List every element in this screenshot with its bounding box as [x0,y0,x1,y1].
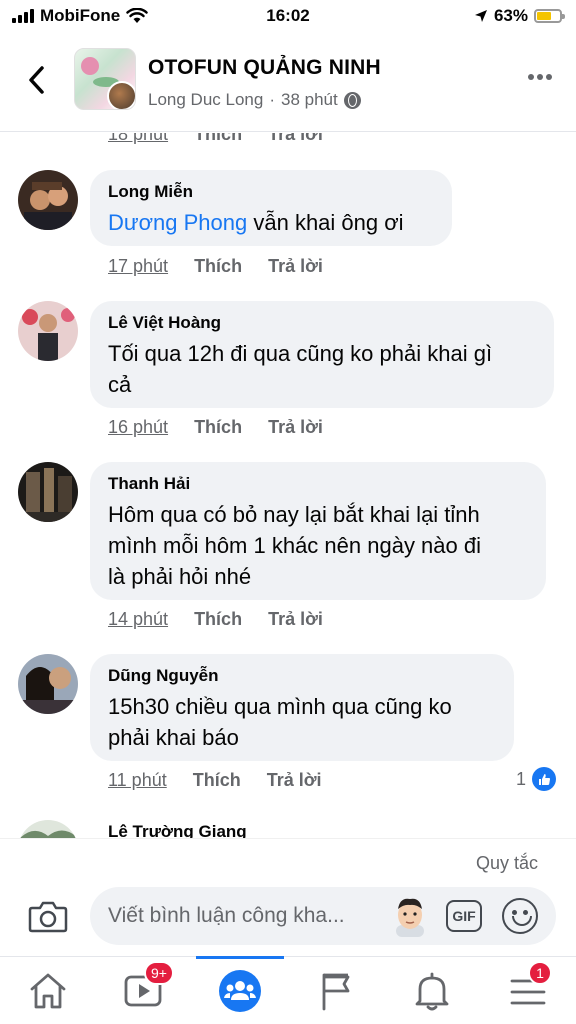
comment-text-line: phải khai báo [108,725,239,750]
comment-bubble[interactable]: Thanh Hải Hôm qua có bỏ nay lại bắt khai… [90,462,546,600]
back-arrow-icon[interactable] [22,62,52,98]
avatar-photo [18,301,78,361]
comment-time[interactable]: 18 phút [108,133,168,145]
home-icon [30,973,66,1009]
comment-placeholder: Viết bình luận công kha... [108,904,345,927]
meta-separator: · [269,90,275,109]
rules-link[interactable]: Quy tắc [476,853,538,874]
reply-button[interactable]: Trả lời [268,256,323,277]
post-author[interactable]: Long Duc Long [148,90,263,110]
reply-button[interactable]: Trả lời [268,133,323,145]
post-header: OTOFUN QUẢNG NINH Long Duc Long · 38 phú… [0,34,576,132]
tab-pages[interactable] [312,967,360,1015]
tab-groups[interactable] [196,956,284,1015]
comment-time[interactable]: 14 phút [108,609,168,630]
thumbs-up-icon [532,767,556,791]
bell-icon [415,972,449,1011]
avatar-photo [18,462,78,522]
comment-actions: 11 phút Thích Trả lời [108,770,322,791]
more-options-icon[interactable] [528,74,552,80]
comment-time[interactable]: 16 phút [108,417,168,438]
emoji-icon[interactable] [502,898,538,934]
tab-menu[interactable]: 1 [504,961,552,1015]
notification-badge: 1 [528,961,552,985]
tab-home[interactable] [24,967,72,1015]
like-button[interactable]: Thích [194,133,242,145]
commenter-avatar[interactable] [18,654,78,714]
author-avatar [107,81,135,109]
notification-badge: 9+ [144,961,174,985]
battery-icon [534,9,565,23]
comment-time[interactable]: 11 phút [108,770,167,791]
comment-bubble[interactable]: Long Miễn Dương Phong vẫn khai ông ơi [90,170,452,246]
comment-text-line: là phải hỏi nhé [108,564,252,589]
post-meta: Long Duc Long · 38 phút [148,90,361,110]
bottom-tab-bar: 9+ 1 [0,956,576,1024]
like-button[interactable]: Thích [193,770,241,791]
flag-icon [322,973,350,1011]
comment-bubble[interactable]: Dũng Nguyễn 15h30 chiều qua mình qua cũn… [90,654,514,761]
commenter-avatar[interactable] [18,301,78,361]
comment-actions: 18 phút Thích Trả lời [108,133,323,145]
mention-link[interactable]: Dương Phong [108,210,247,235]
comment-text: Dương Phong vẫn khai ông ơi [108,210,404,235]
like-button[interactable]: Thích [194,417,242,438]
comment-text-line: 15h30 chiều qua mình qua cũng ko [108,694,452,719]
avatar-sticker-icon[interactable] [390,895,430,937]
commenter-name[interactable]: Dũng Nguyễn [108,666,496,686]
comment-bubble[interactable]: Lê Việt Hoàng Tối qua 12h đi qua cũng ko… [90,301,554,408]
tab-notifications[interactable] [408,967,456,1015]
reply-button[interactable]: Trả lời [267,770,322,791]
like-button[interactable]: Thích [194,609,242,630]
reply-button[interactable]: Trả lời [268,417,323,438]
groups-icon [219,970,261,1012]
commenter-name[interactable]: Thanh Hải [108,474,528,494]
comment-composer: Quy tắc Viết bình luận công kha... GIF [0,838,576,956]
gif-button[interactable]: GIF [446,900,482,932]
commenter-name[interactable]: Lê Trường Giang [108,822,247,838]
comment-time[interactable]: 17 phút [108,256,168,277]
status-bar: MobiFone 16:02 63% [0,0,576,34]
like-button[interactable]: Thích [194,256,242,277]
reply-button[interactable]: Trả lời [268,609,323,630]
comment-actions: 17 phút Thích Trả lời [108,256,323,277]
commenter-avatar[interactable] [18,820,78,838]
commenter-avatar[interactable] [18,170,78,230]
group-title[interactable]: OTOFUN QUẢNG NINH [148,56,381,80]
commenter-name[interactable]: Lê Việt Hoàng [108,313,536,333]
comment-input[interactable]: Viết bình luận công kha... GIF [90,887,556,945]
comment-actions: 14 phút Thích Trả lời [108,609,323,630]
comment-text-line: cả [108,372,132,397]
avatar-photo [18,654,78,714]
reaction-summary[interactable]: 1 [516,767,556,791]
camera-icon[interactable] [28,899,68,933]
location-arrow-icon [474,10,487,22]
globe-icon [343,91,361,109]
comment-actions: 16 phút Thích Trả lời [108,417,323,438]
avatar-photo [18,820,78,838]
commenter-avatar[interactable] [18,462,78,522]
comment-text-line: Tối qua 12h đi qua cũng ko phải khai gì [108,341,493,366]
like-count: 1 [515,768,526,789]
commenter-name[interactable]: Long Miễn [108,182,434,202]
post-time: 38 phút [281,90,338,109]
group-avatar[interactable] [74,48,136,110]
battery-percent: 63% [493,6,528,25]
tab-watch[interactable]: 9+ [120,961,174,1015]
status-right: 63% [474,6,565,26]
comment-text-line: Hôm qua có bỏ nay lại bắt khai lại tỉnh [108,502,480,527]
comment-text-line: mình mỗi hôm 1 khác nên ngày nào đi [108,533,482,558]
avatar-photo [18,170,78,230]
comment-list: 18 phút Thích Trả lời Long Miễn Dương Ph… [0,133,576,838]
